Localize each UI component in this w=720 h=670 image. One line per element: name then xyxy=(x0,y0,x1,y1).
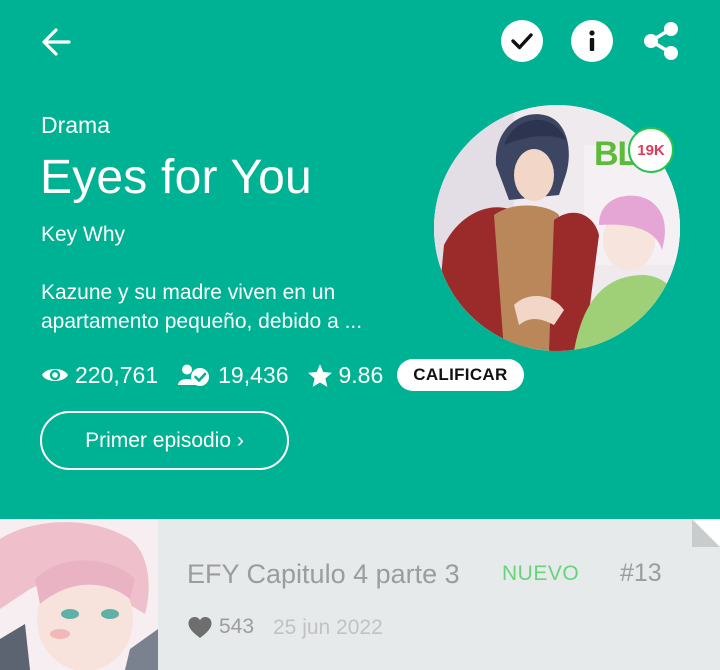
rating-value: 9.86 xyxy=(338,361,384,388)
rate-button[interactable]: CALIFICAR xyxy=(397,359,524,391)
heart-icon xyxy=(188,616,212,638)
first-episode-button[interactable]: Primer episodio › xyxy=(40,411,289,470)
subscribers-icon xyxy=(178,364,210,386)
eye-icon xyxy=(42,369,68,381)
episode-number: #13 xyxy=(620,559,662,587)
subscribers-count: 19,436 xyxy=(218,361,289,388)
info-button[interactable] xyxy=(571,20,613,62)
series-header: Drama Eyes for You Key Why Kazune y su m… xyxy=(0,0,720,519)
synopsis-line: Kazune y su madre viven en un xyxy=(41,281,336,304)
episode-date: 25 jun 2022 xyxy=(273,616,383,639)
rating-stat: 9.86 xyxy=(307,361,384,389)
episode-title: EFY Capitulo 4 parte 3 xyxy=(187,559,460,589)
series-title: Eyes for You xyxy=(40,151,312,204)
subscribe-button[interactable] xyxy=(501,20,543,62)
author-name: Key Why xyxy=(41,223,126,246)
star-icon xyxy=(307,363,332,387)
episode-likes: 543 xyxy=(187,615,254,639)
views-count: 220,761 xyxy=(75,361,159,388)
synopsis-line: apartamento pequeño, debido a ... xyxy=(41,310,363,333)
back-button[interactable] xyxy=(36,22,76,62)
episode-thumbnail xyxy=(0,519,158,670)
share-icon xyxy=(644,22,678,60)
check-icon xyxy=(511,33,533,50)
stats-row: 220,761 19,436 9.86 CALIFICAR xyxy=(41,358,524,392)
subscribers-stat: 19,436 xyxy=(176,361,289,389)
likes-count: 543 xyxy=(219,615,255,638)
page-fold-corner xyxy=(692,519,720,547)
genre-label: Drama xyxy=(41,112,111,138)
count-badge: 19K xyxy=(628,127,674,173)
arrow-left-icon xyxy=(42,28,71,56)
info-icon xyxy=(589,30,595,51)
views-stat: 220,761 xyxy=(41,362,158,389)
episode-list-item[interactable]: EFY Capitulo 4 parte 3 NUEVO #13 543 25 … xyxy=(0,519,720,670)
share-button[interactable] xyxy=(638,18,684,64)
new-badge: NUEVO xyxy=(502,562,580,585)
synopsis[interactable]: Kazune y su madre viven en un apartament… xyxy=(41,278,421,336)
